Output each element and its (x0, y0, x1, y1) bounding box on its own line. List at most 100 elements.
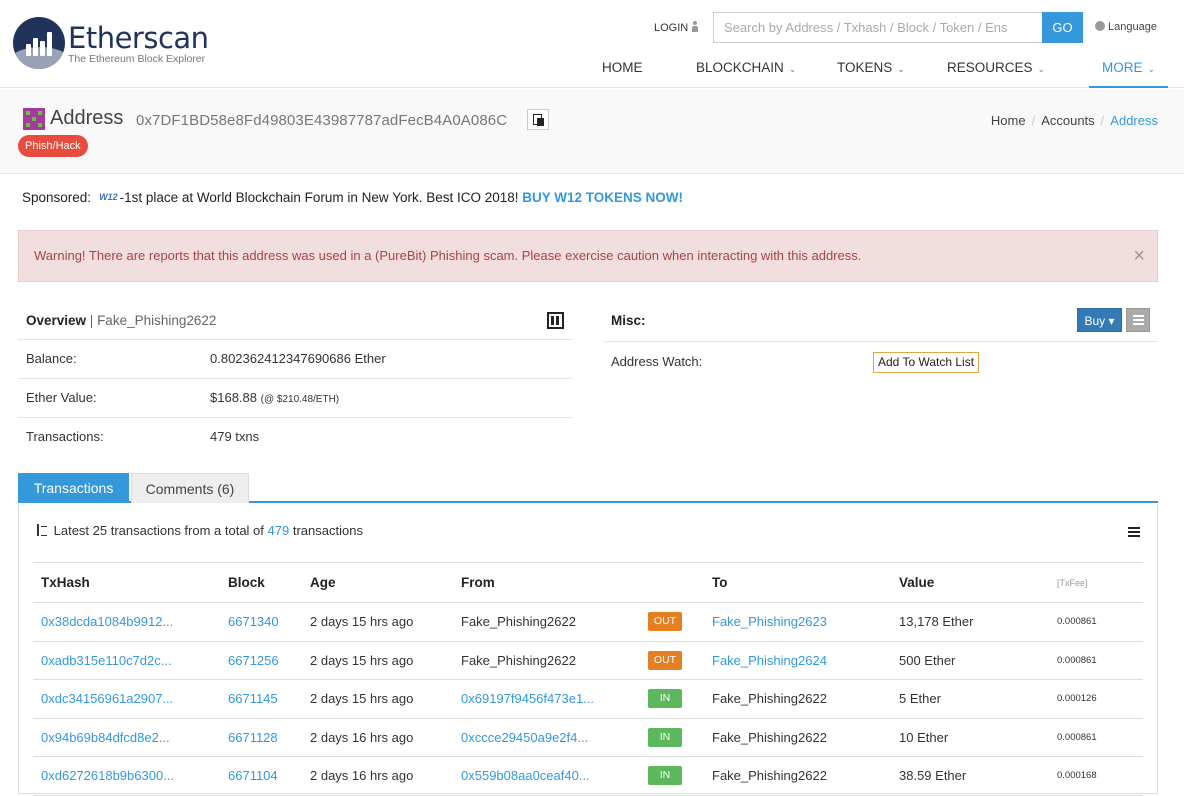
transactions-panel: Latest 25 transactions from a total of 4… (18, 504, 1158, 796)
direction-badge: OUT (640, 602, 704, 642)
transactions-table: TxHash Block Age From To Value [TxFee] 0… (33, 562, 1143, 796)
tx-fee: 0.000168 (1049, 756, 1143, 796)
nav-resources[interactable]: RESOURCES ⌄ (947, 52, 1045, 88)
buy-dropdown-button[interactable]: Buy ▾ (1077, 308, 1122, 332)
table-row: 0xd6272618b9b6300... 6671104 2 days 16 hrs… (33, 756, 1143, 796)
tx-to[interactable]: Fake_Phishing2623 (704, 602, 891, 642)
table-row: 0x94b69b84dfcd8e2... 6671128 2 days 16 hrs… (33, 718, 1143, 757)
ether-value: $168.88 (210, 390, 257, 405)
list-icon[interactable] (1126, 308, 1150, 332)
alert-text: Warning! There are reports that this add… (34, 248, 862, 263)
tx-to: Fake_Phishing2622 (704, 756, 891, 796)
total-transactions-link[interactable]: 479 (268, 523, 290, 538)
overview-title: Overview (26, 313, 87, 328)
col-txhash: TxHash (33, 562, 220, 603)
block-link[interactable]: 6671128 (220, 718, 302, 757)
add-to-watch-list-button[interactable]: Add To Watch List (873, 352, 980, 373)
misc-panel: Misc: Buy ▾ Address Watch: Add To Watch … (603, 302, 1158, 382)
search-input[interactable] (713, 12, 1043, 43)
breadcrumb-accounts[interactable]: Accounts (1041, 113, 1094, 128)
balance-row: Balance: 0.802362412347690686 Ether (18, 340, 573, 379)
nav-home-label: HOME (602, 60, 643, 75)
transactions-summary: Latest 25 transactions from a total of 4… (35, 523, 363, 538)
table-row: 0xadb315e110c7d2c... 6671256 2 days 15 hrs… (33, 641, 1143, 680)
nav-home[interactable]: HOME (602, 52, 643, 88)
nav-more[interactable]: MORE ⌄ (1089, 52, 1169, 88)
tx-value: 38.59 Ether (891, 756, 1049, 796)
tx-hash-link[interactable]: 0x94b69b84dfcd8e2... (33, 718, 220, 757)
tx-hash-link[interactable]: 0xadb315e110c7d2c... (33, 641, 220, 680)
menu-icon[interactable] (1128, 527, 1140, 537)
tx-from[interactable]: 0x559b08aa0ceaf40... (453, 756, 640, 796)
nav-blockchain[interactable]: BLOCKCHAIN ⌄ (696, 52, 796, 88)
tx-to[interactable]: Fake_Phishing2624 (704, 641, 891, 680)
address-watch-label: Address Watch: (611, 354, 703, 369)
chevron-down-icon: ⌄ (897, 64, 905, 74)
table-header-row: TxHash Block Age From To Value [TxFee] (33, 562, 1143, 603)
block-link[interactable]: 6671256 (220, 641, 302, 680)
tx-age: 2 days 15 hrs ago (302, 679, 453, 719)
tx-to: Fake_Phishing2622 (704, 718, 891, 757)
sponsored-banner: Sponsored: W12 -1st place at World Blockch… (22, 190, 683, 205)
globe-icon (1095, 21, 1105, 31)
col-direction (640, 562, 704, 603)
block-link[interactable]: 6671340 (220, 602, 302, 642)
tx-age: 2 days 15 hrs ago (302, 602, 453, 642)
tx-from[interactable]: 0xccce29450a9e2f4... (453, 718, 640, 757)
transactions-label: Transactions: (26, 429, 104, 444)
block-link[interactable]: 6671145 (220, 679, 302, 719)
go-button[interactable]: GO (1042, 12, 1083, 43)
col-value: Value (891, 562, 1049, 603)
tx-hash-link[interactable]: 0xd6272618b9b6300... (33, 756, 220, 796)
direction-badge: IN (640, 756, 704, 796)
transactions-count: 479 txns (210, 429, 260, 444)
tx-value: 5 Ether (891, 679, 1049, 719)
tx-hash-link[interactable]: 0x38dcda1084b9912... (33, 602, 220, 642)
qr-code-icon[interactable] (547, 312, 564, 329)
col-txfee: [TxFee] (1049, 562, 1143, 603)
tx-age: 2 days 15 hrs ago (302, 641, 453, 680)
buy-label: Buy (1084, 314, 1106, 328)
block-link[interactable]: 6671104 (220, 756, 302, 796)
col-to: To (704, 562, 891, 603)
close-icon[interactable]: × (1133, 231, 1145, 281)
tx-hash-link[interactable]: 0xdc34156961a2907... (33, 679, 220, 719)
balance-value: 0.802362412347690686 Ether (210, 351, 386, 366)
breadcrumb-home[interactable]: Home (991, 113, 1026, 128)
language-selector[interactable]: Language (1095, 21, 1157, 33)
user-icon (691, 21, 699, 32)
ether-rate: (@ $210.48/ETH) (260, 394, 340, 405)
nav-tokens-label: TOKENS (837, 60, 893, 75)
sponsored-cta-link[interactable]: BUY W12 TOKENS NOW! (522, 190, 683, 205)
tx-value: 10 Ether (891, 718, 1049, 757)
direction-badge: IN (640, 679, 704, 719)
address-watch-row: Address Watch: Add To Watch List (603, 342, 1158, 382)
tx-age: 2 days 16 hrs ago (302, 718, 453, 757)
nav-tokens[interactable]: TOKENS ⌄ (837, 52, 905, 88)
login-link[interactable]: LOGIN (654, 21, 699, 34)
login-label: LOGIN (654, 22, 689, 34)
tab-bar: Transactions Comments (6) (18, 473, 1158, 503)
sponsored-text: -1st place at World Blockchain Forum in … (119, 190, 519, 205)
address-header: Address 0x7DF1BD58e8Fd49803E43987787adFe… (0, 89, 1184, 174)
nav-resources-label: RESOURCES (947, 60, 1033, 75)
ether-value-label: Ether Value: (26, 390, 97, 405)
direction-badge: OUT (640, 641, 704, 680)
phish-hack-badge[interactable]: Phish/Hack (18, 135, 88, 157)
sort-icon (35, 524, 47, 536)
col-from: From (453, 562, 640, 603)
balance-label: Balance: (26, 351, 77, 366)
copy-icon[interactable] (527, 109, 549, 130)
brand-tagline: The Ethereum Block Explorer (68, 53, 206, 65)
overview-panel: Overview | Fake_Phishing2622 Balance: 0.… (18, 302, 573, 457)
address-identicon (23, 108, 45, 130)
tab-comments[interactable]: Comments (6) (131, 473, 249, 503)
overview-account-name: Fake_Phishing2622 (97, 313, 217, 328)
misc-header: Misc: Buy ▾ (603, 302, 1158, 342)
tx-age: 2 days 16 hrs ago (302, 756, 453, 796)
phishing-warning-alert: Warning! There are reports that this add… (18, 230, 1158, 282)
etherscan-logo[interactable]: Etherscan The Ethereum Block Explorer (13, 17, 223, 73)
tx-fee: 0.000861 (1049, 718, 1143, 757)
tab-transactions[interactable]: Transactions (18, 473, 129, 503)
tx-from[interactable]: 0x69197f9456f473e1... (453, 679, 640, 719)
